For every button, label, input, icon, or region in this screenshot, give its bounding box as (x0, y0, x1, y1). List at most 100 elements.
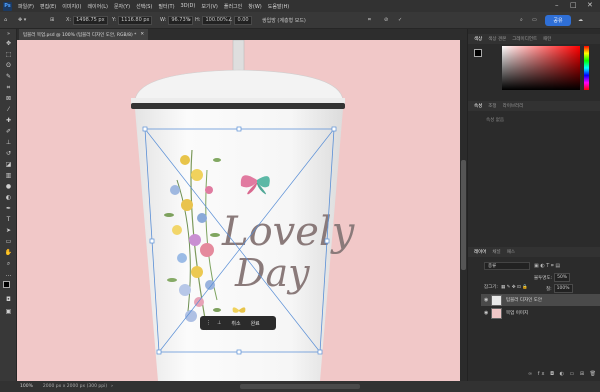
transform-handle[interactable] (331, 126, 337, 132)
cloud-icon[interactable]: ☁ (578, 16, 583, 24)
document-tab[interactable]: 텀블러 목업.psd @ 100% (텀블러 디자인 도안, RGB/8) * … (19, 29, 149, 40)
more-tools-icon[interactable]: … (3, 270, 14, 279)
flip-icon[interactable]: ⊥ (217, 320, 221, 326)
screen-mode-icon[interactable]: ▣ (3, 307, 14, 316)
transform-handle[interactable] (236, 126, 242, 132)
frame-tool-icon[interactable]: ⊠ (3, 94, 14, 103)
tab-layers[interactable]: 레이어 (474, 249, 486, 255)
cancel-transform-icon[interactable]: ⊘ (384, 16, 388, 24)
tab-channels[interactable]: 채널 (492, 249, 500, 255)
lock-icons[interactable]: ▦ ✎ ✥ ⊡ 🔒 (501, 285, 528, 290)
close-icon[interactable]: ✕ (587, 1, 593, 9)
lasso-tool-icon[interactable]: ʘ (3, 61, 14, 70)
workspace-icon[interactable]: ▭ (532, 16, 537, 24)
quick-select-tool-icon[interactable]: ✎ (3, 72, 14, 81)
layer-filter-icons[interactable]: ▣ ◐ T ⌗ ▤ (534, 263, 560, 269)
transform-handle[interactable] (156, 349, 162, 355)
x-position-field[interactable]: 1498.75 px (73, 15, 108, 25)
type-tool-icon[interactable]: T (3, 215, 14, 224)
hue-slider[interactable] (584, 46, 589, 90)
hand-tool-icon[interactable]: ✋ (3, 248, 14, 257)
minimize-icon[interactable]: – (555, 1, 559, 9)
move-tool-preset-icon[interactable]: ✥ ▾ (18, 16, 26, 24)
dodge-tool-icon[interactable]: ◐ (3, 193, 14, 202)
menu-filter[interactable]: 필터(T) (158, 3, 174, 10)
path-select-tool-icon[interactable]: ➤ (3, 226, 14, 235)
horizontal-scrollbar[interactable] (240, 384, 360, 389)
stamp-tool-icon[interactable]: ⊥ (3, 138, 14, 147)
shape-tool-icon[interactable]: ▭ (3, 237, 14, 246)
tab-libraries[interactable]: 라이브러리 (503, 103, 524, 109)
layers-footer-icons[interactable]: ∞ fx ◘ ◐ ▭ ⊞ 🗑 (528, 371, 598, 377)
context-cancel-button[interactable]: 취소 (231, 320, 240, 327)
canvas[interactable]: Lovely Day ⋮ ⊥ 취소 완료 (17, 40, 460, 381)
menu-file[interactable]: 파일(F) (18, 3, 34, 10)
crop-tool-icon[interactable]: ⌗ (3, 83, 14, 92)
menu-image[interactable]: 이미지(I) (62, 3, 81, 10)
marquee-tool-icon[interactable]: ⬚ (3, 50, 14, 59)
visibility-eye-icon[interactable]: ◉ (484, 297, 488, 303)
menu-window[interactable]: 창(W) (248, 3, 261, 10)
tab-paths[interactable]: 패스 (507, 249, 515, 255)
transform-handle[interactable] (149, 238, 155, 244)
drag-handle-icon[interactable]: ⋮ (206, 320, 211, 326)
brush-tool-icon[interactable]: ✐ (3, 127, 14, 136)
menu-type[interactable]: 문자(Y) (114, 3, 130, 10)
layer-row[interactable]: ◉ 목업 이미지 (481, 307, 600, 319)
y-position-field[interactable]: 1116.80 px (118, 15, 153, 25)
share-button[interactable]: 공유 (545, 15, 571, 26)
warp-icon[interactable]: ⌗ (368, 16, 371, 24)
menu-help[interactable]: 도움말(H) (268, 3, 289, 10)
healing-tool-icon[interactable]: ✚ (3, 116, 14, 125)
eraser-tool-icon[interactable]: ◪ (3, 160, 14, 169)
history-brush-icon[interactable]: ↺ (3, 149, 14, 158)
gradient-tool-icon[interactable]: ▥ (3, 171, 14, 180)
maximize-icon[interactable]: □ (570, 1, 577, 9)
height-field[interactable]: 100.00% (202, 15, 231, 25)
search-icon[interactable]: ⌕ (520, 16, 523, 24)
tab-swatches[interactable]: 색상 견본 (488, 36, 506, 42)
color-picker-field[interactable] (502, 46, 580, 90)
foreground-color-swatch[interactable] (3, 281, 10, 288)
pen-tool-icon[interactable]: ✒ (3, 204, 14, 213)
transform-handle[interactable] (317, 349, 323, 355)
transform-handle[interactable] (142, 126, 148, 132)
vertical-scrollbar[interactable] (460, 40, 467, 381)
status-arrow-icon[interactable]: › (111, 384, 113, 389)
transform-handle[interactable] (324, 238, 330, 244)
transform-handle[interactable] (236, 349, 242, 355)
zoom-level[interactable]: 100% (20, 384, 33, 389)
menu-edit[interactable]: 편집(E) (40, 3, 56, 10)
reference-point-icon[interactable]: ⊞ (50, 16, 54, 24)
layer-filter-select[interactable]: 종류 (484, 262, 530, 270)
visibility-eye-icon[interactable]: ◉ (484, 310, 488, 316)
menu-plugins[interactable]: 플러그인 (224, 3, 242, 10)
tab-patterns[interactable]: 패턴 (543, 36, 551, 42)
layer-row-selected[interactable]: ◉ 텀블러 디자인 도안 (481, 294, 600, 306)
fill-field[interactable]: 100% (553, 284, 573, 293)
interpolation-select[interactable]: 쌍입방 (계층형 모드) (262, 17, 306, 24)
tab-adjustments[interactable]: 조정 (488, 103, 496, 109)
blur-tool-icon[interactable]: ● (3, 182, 14, 191)
move-tool-icon[interactable]: ✥ (3, 39, 14, 48)
link-icon[interactable]: ∞ (187, 16, 191, 24)
menu-layer[interactable]: 레이어(L) (87, 3, 108, 10)
collapse-icon[interactable]: » (3, 31, 14, 37)
commit-transform-icon[interactable]: ✓ (398, 16, 402, 24)
tab-properties[interactable]: 속성 (474, 103, 482, 109)
menu-select[interactable]: 선택(S) (136, 3, 152, 10)
tab-gradients[interactable]: 그레이디언트 (512, 36, 537, 42)
menu-view[interactable]: 보기(V) (201, 3, 218, 10)
angle-field[interactable]: 0.00 (234, 15, 252, 25)
quick-mask-icon[interactable]: ◘ (3, 295, 14, 304)
scrollbar-thumb[interactable] (461, 160, 466, 270)
context-done-button[interactable]: 완료 (251, 320, 260, 327)
color-swatches[interactable] (3, 281, 14, 292)
home-icon[interactable]: ⌂ (4, 16, 7, 24)
zoom-tool-icon[interactable]: ⌕ (3, 259, 14, 268)
menu-3d[interactable]: 3D(D) (181, 3, 196, 9)
opacity-field[interactable]: 50% (554, 273, 571, 282)
close-tab-icon[interactable]: ✕ (140, 32, 144, 37)
eyedropper-tool-icon[interactable]: ⁄ (3, 105, 14, 114)
tab-color[interactable]: 색상 (474, 36, 482, 42)
